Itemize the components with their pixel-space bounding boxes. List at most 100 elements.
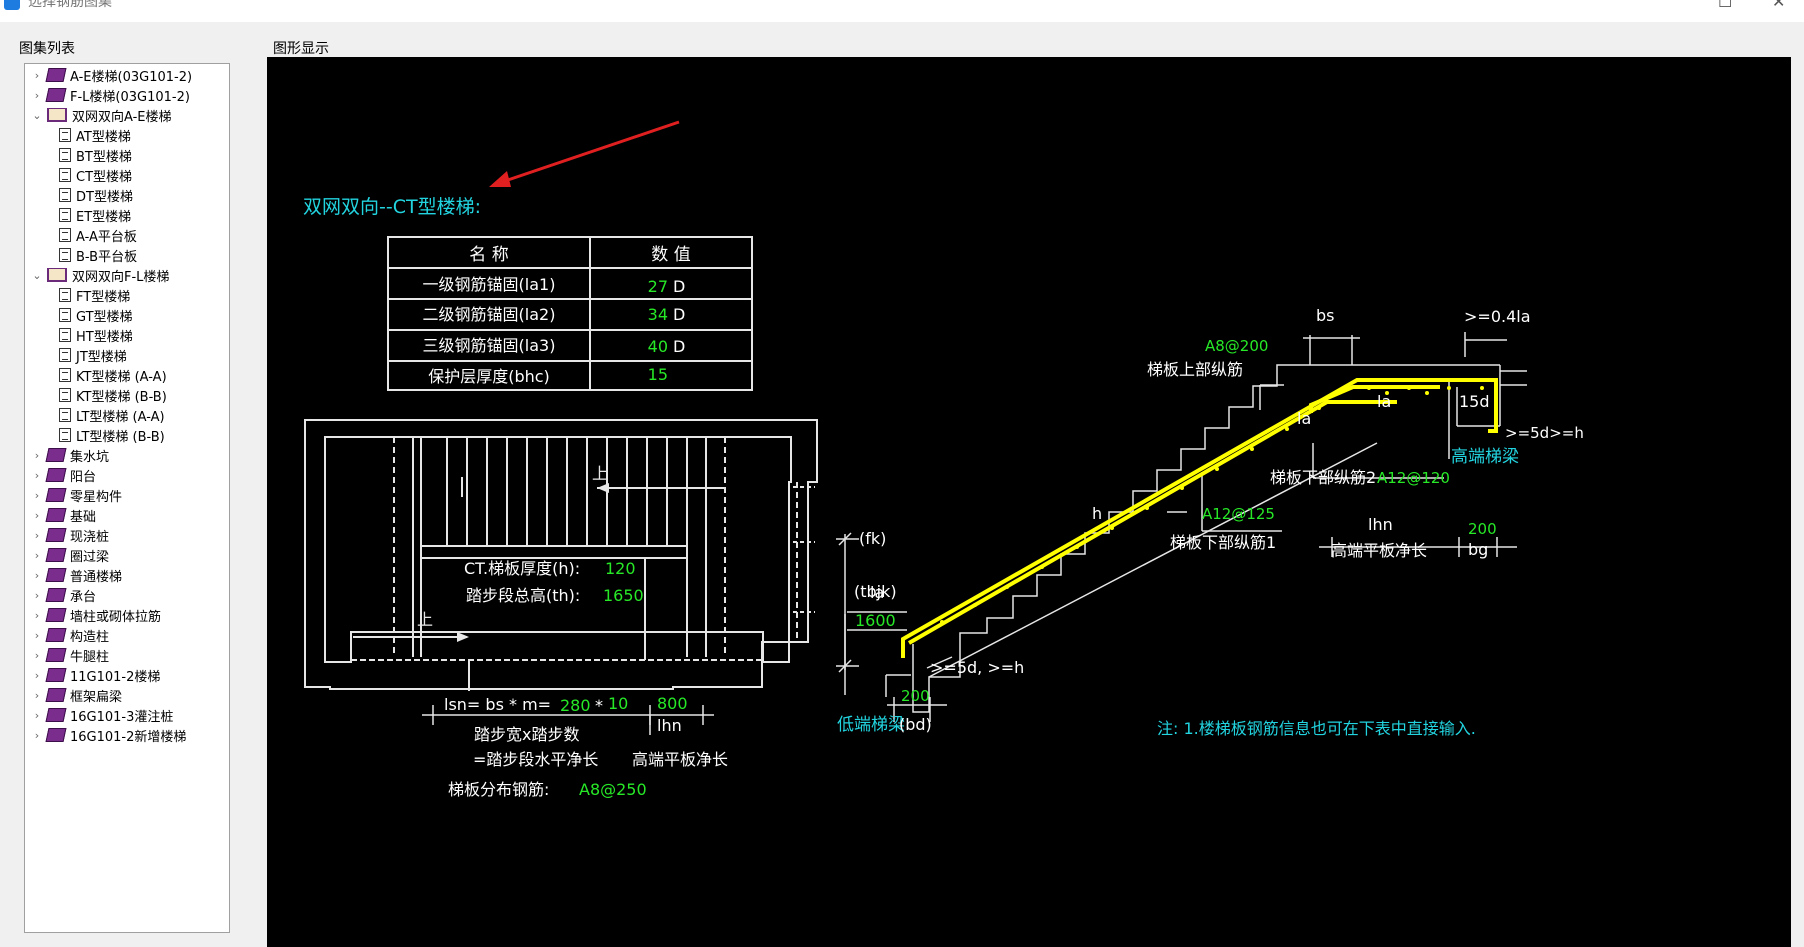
doc-icon: [59, 288, 71, 302]
tree-item[interactable]: FT型楼梯: [55, 285, 130, 305]
bd-label: (bd): [899, 715, 932, 734]
tree-item[interactable]: › 牛腿柱: [31, 645, 109, 665]
book-icon: [45, 608, 67, 622]
chevron-down-icon[interactable]: ⌄: [31, 109, 43, 122]
tree-item[interactable]: CT型楼梯: [55, 165, 132, 185]
h-label: h: [1092, 504, 1102, 523]
lhn-label: lhn: [1368, 515, 1393, 534]
book-icon: [45, 88, 67, 102]
tree-item[interactable]: › 承台: [31, 585, 96, 605]
chevron-right-icon[interactable]: ›: [31, 469, 43, 482]
tree-item-label: A-E楼梯(03G101-2): [70, 69, 193, 85]
tree-item[interactable]: › 11G101-2楼梯: [31, 665, 160, 685]
tree-item-label: 圈过梁: [70, 549, 110, 565]
tree-item[interactable]: › 16G101-2新增楼梯: [31, 725, 186, 745]
table-row-unit: D: [673, 277, 685, 296]
tree-item-label: A-A平台板: [76, 229, 137, 245]
doc-icon: [59, 428, 71, 442]
tree-item[interactable]: › 基础: [31, 505, 96, 525]
lsn-bs-value[interactable]: 280: [560, 696, 591, 715]
table-header-value: 数 值: [651, 245, 690, 265]
plan-thickness-value[interactable]: 120: [605, 559, 636, 578]
tree-item[interactable]: BT型楼梯: [55, 145, 132, 165]
tree-item[interactable]: KT型楼梯 (A-A): [55, 365, 167, 385]
bd-value[interactable]: 200: [901, 687, 930, 705]
tree-item-label: 基础: [70, 509, 97, 525]
tree-item-label: LT型楼梯 (A-A): [76, 409, 165, 425]
chevron-right-icon[interactable]: ›: [31, 509, 43, 522]
chevron-right-icon[interactable]: ›: [31, 669, 43, 682]
chevron-right-icon[interactable]: ›: [31, 609, 43, 622]
table-row-value[interactable]: 27: [648, 277, 668, 296]
tree-item[interactable]: › 框架扁梁: [31, 685, 122, 705]
chevron-right-icon[interactable]: ›: [31, 689, 43, 702]
tree-item-label: 零星构件: [70, 489, 123, 505]
tree-item[interactable]: › 16G101-3灌注桩: [31, 705, 173, 725]
tree-item[interactable]: GT型楼梯: [55, 305, 133, 325]
table-row-value[interactable]: 34: [648, 305, 668, 324]
chevron-right-icon[interactable]: ›: [31, 549, 43, 562]
plan-height-label: 踏步段总高(th):: [466, 586, 580, 605]
book-icon: [45, 568, 67, 582]
tree-item[interactable]: › A-E楼梯(03G101-2): [31, 65, 192, 85]
tree-item[interactable]: › 墙柱或砌体拉筋: [31, 605, 161, 625]
tree-item-label: CT型楼梯: [76, 169, 133, 185]
tree-item[interactable]: › 普通楼梯: [31, 565, 122, 585]
lsn-times: *: [595, 696, 603, 715]
chevron-right-icon[interactable]: ›: [31, 489, 43, 502]
bottom-rebar-2-value[interactable]: A12@120: [1377, 469, 1450, 487]
tree-item[interactable]: › F-L楼梯(03G101-2): [31, 85, 190, 105]
chevron-right-icon[interactable]: ›: [31, 569, 43, 582]
tree-item[interactable]: KT型楼梯 (B-B): [55, 385, 167, 405]
chevron-right-icon[interactable]: ›: [31, 729, 43, 742]
tree-item[interactable]: ET型楼梯: [55, 205, 131, 225]
distribution-rebar-value[interactable]: A8@250: [579, 780, 647, 799]
chevron-right-icon[interactable]: ›: [31, 89, 43, 102]
tree-item[interactable]: › 构造柱: [31, 625, 109, 645]
chevron-down-icon[interactable]: ⌄: [31, 269, 43, 282]
tree-item[interactable]: › 现浇桩: [31, 525, 109, 545]
tree-item[interactable]: AT型楼梯: [55, 125, 131, 145]
bg-value[interactable]: 200: [1468, 520, 1497, 538]
bottom-rebar-1-label: 梯板下部纵筋1: [1170, 533, 1276, 552]
chevron-right-icon[interactable]: ›: [31, 449, 43, 462]
tree-item[interactable]: DT型楼梯: [55, 185, 133, 205]
lsn-formula: lsn= bs * m=: [444, 695, 551, 714]
tree-item[interactable]: A-A平台板: [55, 225, 137, 245]
lsn-m-value[interactable]: 10: [608, 694, 628, 713]
chevron-right-icon[interactable]: ›: [31, 709, 43, 722]
display-panel-label: 图形显示: [273, 41, 329, 57]
atlas-tree[interactable]: › A-E楼梯(03G101-2) › F-L楼梯(03G101-2) ⌄ 双网双向A-E…: [24, 63, 230, 933]
table-row-value[interactable]: 40: [648, 337, 668, 356]
lhn-value[interactable]: 800: [657, 694, 688, 713]
maximize-icon[interactable]: ☐: [1718, 0, 1732, 11]
tree-item[interactable]: HT型楼梯: [55, 325, 133, 345]
tree-item[interactable]: › 零星构件: [31, 485, 122, 505]
plan-height-value[interactable]: 1650: [603, 586, 644, 605]
tree-item[interactable]: B-B平台板: [55, 245, 137, 265]
high-end-beam-label: 高端梯梁: [1451, 447, 1519, 467]
bottom-rebar-1-value[interactable]: A12@125: [1202, 505, 1275, 523]
book-icon: [45, 628, 67, 642]
top-rebar-value[interactable]: A8@200: [1205, 337, 1268, 355]
chevron-right-icon[interactable]: ›: [31, 69, 43, 82]
tree-item-label: F-L楼梯(03G101-2): [70, 89, 190, 105]
chevron-right-icon[interactable]: ›: [31, 629, 43, 642]
chevron-right-icon[interactable]: ›: [31, 589, 43, 602]
tree-item[interactable]: LT型楼梯 (B-B): [55, 425, 165, 445]
tree-item[interactable]: JT型楼梯: [55, 345, 127, 365]
tree-item[interactable]: › 集水坑: [31, 445, 109, 465]
drawing-canvas: 双网双向--CT型楼梯: 名 称 数 值 一级钢筋锚固(la1) 27 D 二级…: [267, 57, 1791, 947]
chevron-right-icon[interactable]: ›: [31, 649, 43, 662]
tree-item[interactable]: › 圈过梁: [31, 545, 109, 565]
tree-item[interactable]: ⌄ 双网双向F-L楼梯: [31, 265, 169, 285]
close-icon[interactable]: ✕: [1772, 0, 1785, 11]
table-row-value[interactable]: 15: [648, 365, 668, 384]
chevron-right-icon[interactable]: ›: [31, 529, 43, 542]
table-row-name: 三级钢筋锚固(la3): [423, 336, 556, 355]
plan-tbjk-value[interactable]: 1600: [855, 611, 896, 630]
tree-item[interactable]: › 阳台: [31, 465, 96, 485]
tree-item[interactable]: LT型楼梯 (A-A): [55, 405, 165, 425]
tree-item[interactable]: ⌄ 双网双向A-E楼梯: [31, 105, 172, 125]
tree-panel-label: 图集列表: [19, 41, 75, 57]
